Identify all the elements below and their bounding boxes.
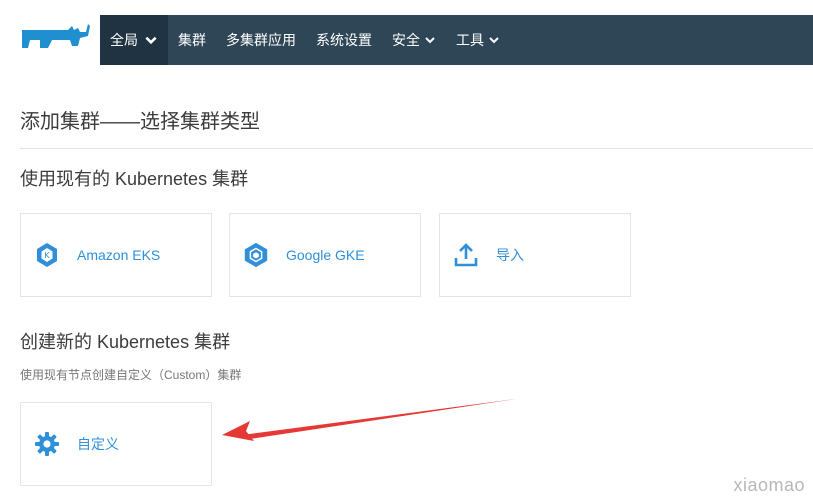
card-import[interactable]: 导入: [439, 213, 631, 297]
card-label: Google GKE: [286, 247, 365, 263]
rancher-logo-icon[interactable]: [18, 20, 90, 56]
nav-item-label: 安全: [392, 32, 420, 48]
nav-item-security[interactable]: 安全: [382, 15, 446, 65]
svg-text:K: K: [44, 251, 50, 260]
nav-item-clusters[interactable]: 集群: [168, 15, 216, 65]
nav-item-label: 工具: [456, 32, 484, 48]
gear-icon: [33, 430, 61, 458]
card-custom[interactable]: 自定义: [20, 402, 212, 486]
nav-item-label: 全局: [110, 32, 138, 48]
card-label: Amazon EKS: [77, 247, 161, 263]
chevron-down-icon: [425, 37, 435, 44]
card-label: 导入: [496, 247, 524, 263]
divider: [20, 148, 813, 149]
watermark: xiaomao: [733, 475, 805, 495]
new-cluster-section-subtitle: 使用现有节点创建自定义（Custom）集群: [20, 368, 242, 382]
nav-item-settings[interactable]: 系统设置: [306, 15, 382, 65]
card-amazon-eks[interactable]: K Amazon EKS: [20, 213, 212, 297]
nav-item-multi-cluster-apps[interactable]: 多集群应用: [216, 15, 306, 65]
eks-icon: K: [33, 241, 61, 269]
card-label: 自定义: [77, 436, 119, 452]
nav-item-tools[interactable]: 工具: [446, 15, 510, 65]
nav-item-label: 集群: [178, 32, 206, 48]
annotation-arrow-icon: [222, 399, 516, 441]
nav-item-global[interactable]: 全局: [100, 15, 168, 65]
existing-cluster-section-title: 使用现有的 Kubernetes 集群: [20, 169, 249, 189]
chevron-down-icon: [489, 37, 499, 44]
chevron-down-icon: [145, 36, 157, 45]
upload-icon: [452, 241, 480, 269]
gke-icon: [242, 241, 270, 269]
nav-item-label: 系统设置: [316, 32, 372, 48]
card-google-gke[interactable]: Google GKE: [229, 213, 421, 297]
nav-item-label: 多集群应用: [226, 32, 296, 48]
top-nav: 全局 集群 多集群应用 系统设置 安全 工具: [100, 15, 813, 65]
page-title: 添加集群——选择集群类型: [20, 111, 260, 133]
new-cluster-section-title: 创建新的 Kubernetes 集群: [20, 332, 231, 352]
